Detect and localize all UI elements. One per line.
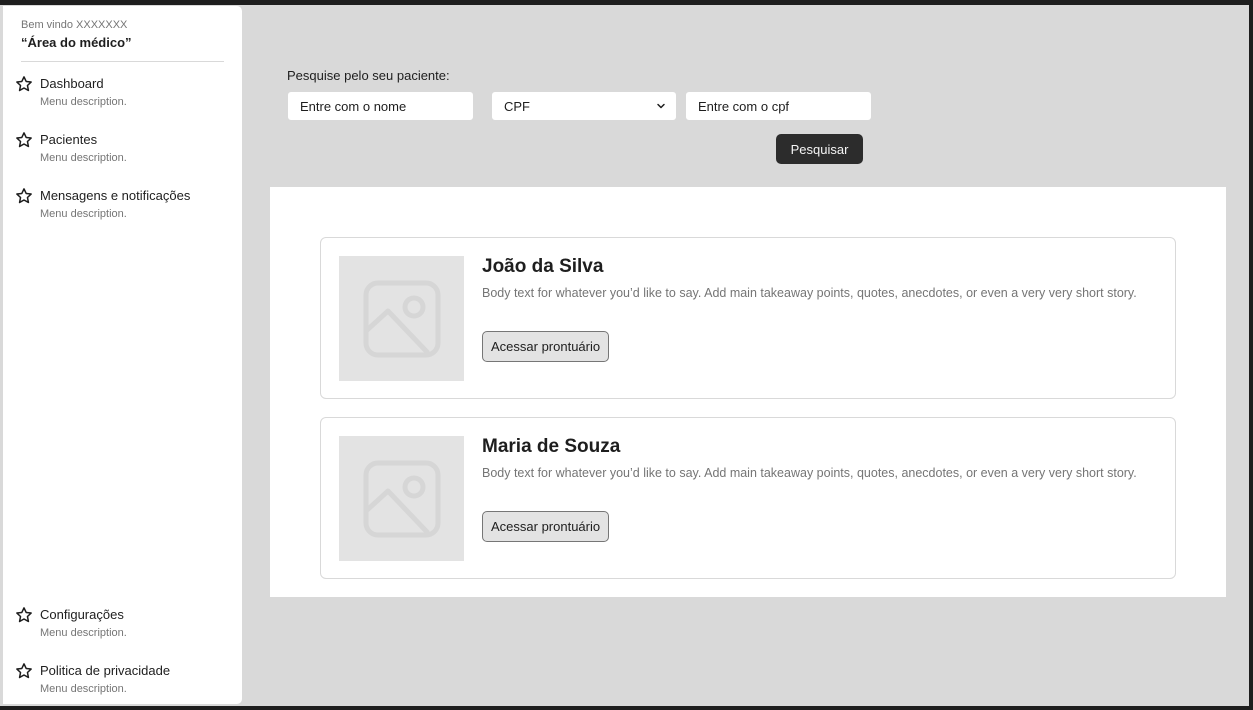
sidebar: Bem vindo XXXXXXX “Área do médico” Dashb…	[3, 6, 242, 704]
patient-photo-placeholder	[339, 256, 464, 381]
app-frame: Bem vindo XXXXXXX “Área do médico” Dashb…	[0, 5, 1249, 706]
patient-card: Maria de Souza Body text for whatever yo…	[320, 417, 1176, 579]
sidebar-item-description: Menu description.	[40, 208, 127, 220]
patient-photo-placeholder	[339, 436, 464, 561]
star-icon	[16, 188, 32, 204]
star-icon	[16, 76, 32, 92]
patient-description: Body text for whatever you’d like to say…	[482, 286, 1137, 300]
select-value: CPF	[504, 99, 530, 114]
sidebar-item-pacientes[interactable]: Pacientes Menu description.	[15, 131, 235, 171]
image-placeholder-icon	[363, 280, 440, 357]
document-type-select[interactable]: CPF	[491, 91, 677, 121]
patient-description: Body text for whatever you’d like to say…	[482, 466, 1137, 480]
star-icon	[16, 132, 32, 148]
sidebar-item-label: Configurações	[40, 607, 124, 622]
open-record-button[interactable]: Acessar prontuário	[482, 511, 610, 542]
search-label: Pesquise pelo seu paciente:	[287, 68, 450, 83]
sidebar-item-description: Menu description.	[40, 152, 127, 164]
patient-name: João da Silva	[482, 256, 604, 277]
sidebar-item-privacidade[interactable]: Politica de privacidade Menu description…	[15, 662, 235, 702]
sidebar-header: Bem vindo XXXXXXX “Área do médico”	[21, 19, 224, 62]
patient-name: Maria de Souza	[482, 436, 621, 457]
welcome-text: Bem vindo XXXXXXX	[21, 19, 128, 31]
sidebar-title: “Área do médico”	[21, 35, 132, 50]
sidebar-item-description: Menu description.	[40, 627, 127, 639]
image-placeholder-icon	[363, 460, 440, 537]
search-button[interactable]: Pesquisar	[776, 134, 863, 164]
star-icon	[16, 663, 32, 679]
sidebar-item-label: Pacientes	[40, 132, 98, 147]
chevron-down-icon	[657, 103, 665, 109]
sidebar-item-label: Mensagens e notificações	[40, 188, 191, 203]
open-record-button[interactable]: Acessar prontuário	[482, 331, 610, 362]
sidebar-item-mensagens[interactable]: Mensagens e notificações Menu descriptio…	[15, 187, 235, 227]
patient-card: João da Silva Body text for whatever you…	[320, 237, 1176, 399]
sidebar-item-configuracoes[interactable]: Configurações Menu description.	[15, 606, 235, 646]
star-icon	[16, 607, 32, 623]
sidebar-item-label: Politica de privacidade	[40, 663, 171, 678]
sidebar-item-description: Menu description.	[40, 96, 127, 108]
results-panel: João da Silva Body text for whatever you…	[270, 187, 1226, 597]
sidebar-item-description: Menu description.	[40, 683, 127, 695]
sidebar-item-label: Dashboard	[40, 76, 104, 91]
cpf-input[interactable]	[685, 91, 872, 121]
sidebar-item-dashboard[interactable]: Dashboard Menu description.	[15, 75, 235, 115]
patient-name-input[interactable]	[287, 91, 474, 121]
